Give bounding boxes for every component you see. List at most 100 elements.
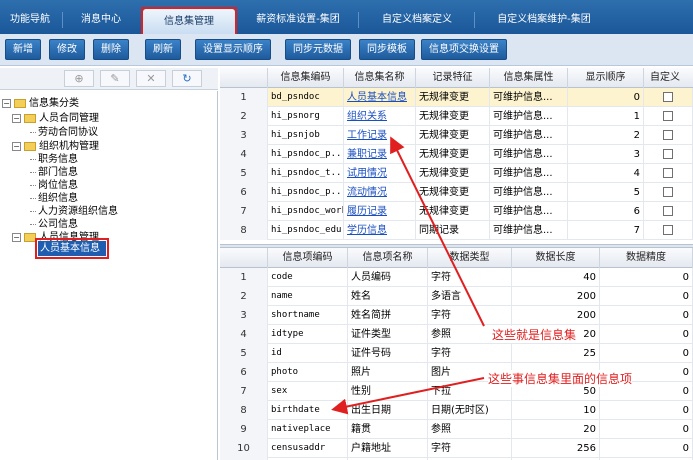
new-button[interactable]: 新增 (5, 39, 41, 60)
tree-node-contract-mgmt[interactable]: − 人员合同管理 (12, 112, 99, 125)
table-row[interactable]: 5 hi_psndoc_t... 试用情况 无规律变更 可维护信息... 4 (220, 164, 693, 183)
custom-checkbox[interactable] (663, 168, 673, 178)
cell-order: 5 (568, 183, 644, 202)
collapse-icon[interactable]: − (12, 232, 21, 242)
cell-data-precision: 0 (600, 325, 693, 344)
tree-node-root[interactable]: − 信息集分类 (2, 97, 79, 110)
tree-node-hr-org-info[interactable]: 人力资源组织信息 (30, 205, 118, 218)
row-number: 7 (220, 382, 268, 401)
custom-checkbox[interactable] (663, 130, 673, 140)
table-row[interactable]: 8 hi_psndoc_edu 学历信息 同期记录 可维护信息... 7 (220, 221, 693, 240)
cell-item-code: censusaddr (268, 439, 348, 458)
cell-item-code: birthdate (268, 401, 348, 420)
table-row[interactable]: 1 code 人员编码 字符 40 0 (220, 268, 693, 287)
tree-node-post-info[interactable]: 职务信息 (30, 153, 78, 166)
tab-function-nav[interactable]: 功能导航 (4, 6, 56, 34)
sync-metadata-button[interactable]: 同步元数据 (285, 39, 351, 60)
cell-data-length: 20 (512, 420, 600, 439)
table-row[interactable]: 3 shortname 姓名简拼 字符 200 0 (220, 306, 693, 325)
tree-node-company-info[interactable]: 公司信息 (30, 218, 78, 231)
col-header-code[interactable]: 信息集编码 (268, 68, 344, 88)
tab-message-center[interactable]: 消息中心 (72, 6, 130, 34)
cell-attr: 可维护信息... (490, 202, 568, 221)
col-header-custom[interactable]: 自定义 (644, 68, 693, 88)
collapse-icon[interactable]: − (12, 141, 21, 151)
table-row[interactable]: 2 hi_psnorg 组织关系 无规律变更 可维护信息... 1 (220, 107, 693, 126)
tree-connector (30, 184, 36, 186)
cell-data-precision: 0 (600, 401, 693, 420)
col-header-attr[interactable]: 信息集属性 (490, 68, 568, 88)
col-header-order[interactable]: 显示顺序 (568, 68, 644, 88)
table-row[interactable]: 3 hi_psnjob 工作记录 无规律变更 可维护信息... 2 (220, 126, 693, 145)
tree-node-labor-contract[interactable]: 劳动合同协议 (30, 126, 98, 139)
table-row[interactable]: 2 name 姓名 多语言 200 0 (220, 287, 693, 306)
table-row[interactable]: 9 nativeplace 籍贯 参照 20 0 (220, 420, 693, 439)
tab-separator (474, 12, 475, 28)
edit-button[interactable]: 修改 (49, 39, 85, 60)
collapse-icon[interactable]: − (2, 98, 11, 108)
display-order-button[interactable]: 设置显示顺序 (195, 39, 271, 60)
cell-feature: 无规律变更 (416, 88, 490, 107)
cell-order: 3 (568, 145, 644, 164)
col-header-item-code[interactable]: 信息项编码 (268, 248, 348, 268)
col-header-data-precision[interactable]: 数据精度 (600, 248, 693, 268)
cell-name-link[interactable]: 组织关系 (344, 107, 416, 126)
table-row[interactable]: 6 hi_psndoc_p... 流动情况 无规律变更 可维护信息... 5 (220, 183, 693, 202)
cell-data-length: 40 (512, 268, 600, 287)
table-row[interactable]: 7 hi_psndoc_work 履历记录 无规律变更 可维护信息... 6 (220, 202, 693, 221)
cell-data-type: 字符 (428, 439, 512, 458)
table-row[interactable]: 8 birthdate 出生日期 日期(无时区) 10 0 (220, 401, 693, 420)
cell-data-length: 200 (512, 287, 600, 306)
cell-name-link[interactable]: 学历信息 (344, 221, 416, 240)
cell-custom (644, 183, 693, 202)
cell-item-name: 照片 (348, 363, 428, 382)
tree-node-org-info[interactable]: 组织信息 (30, 192, 78, 205)
module-tab-bar: 功能导航 消息中心 信息集管理 薪资标准设置-集团 自定义档案定义 自定义档案维… (0, 0, 693, 36)
table-row[interactable]: 4 hi_psndoc_p... 兼职记录 无规律变更 可维护信息... 3 (220, 145, 693, 164)
table-row[interactable]: 10 censusaddr 户籍地址 字符 256 0 (220, 439, 693, 458)
collapse-icon[interactable]: − (12, 113, 21, 123)
tree-node-label: 公司信息 (38, 219, 78, 230)
tree-delete-icon[interactable]: ✕ (136, 70, 166, 87)
table-row[interactable]: 1 bd_psndoc 人员基本信息 无规律变更 可维护信息... 0 (220, 88, 693, 107)
cell-name-link[interactable]: 流动情况 (344, 183, 416, 202)
col-header-data-type[interactable]: 数据类型 (428, 248, 512, 268)
info-item-swap-button[interactable]: 信息项交换设置 (421, 39, 507, 60)
tree-connector (30, 197, 36, 199)
cell-name-link[interactable]: 试用情况 (344, 164, 416, 183)
tree-node-dept-info[interactable]: 部门信息 (30, 166, 78, 179)
custom-checkbox[interactable] (663, 187, 673, 197)
col-header-item-name[interactable]: 信息项名称 (348, 248, 428, 268)
custom-checkbox[interactable] (663, 206, 673, 216)
cell-feature: 无规律变更 (416, 145, 490, 164)
cell-code: hi_psndoc_p... (268, 183, 344, 202)
table-row[interactable]: 5 id 证件号码 字符 25 0 (220, 344, 693, 363)
cell-name-link[interactable]: 工作记录 (344, 126, 416, 145)
tree-add-icon[interactable]: ⊕ (64, 70, 94, 87)
cell-name-link[interactable]: 兼职记录 (344, 145, 416, 164)
custom-checkbox[interactable] (663, 111, 673, 121)
cell-data-length: 10 (512, 401, 600, 420)
cell-attr: 可维护信息... (490, 88, 568, 107)
custom-checkbox[interactable] (663, 149, 673, 159)
tree-refresh-icon[interactable]: ↻ (172, 70, 202, 87)
table-row[interactable]: 4 idtype 证件类型 参照 20 0 (220, 325, 693, 344)
tree-node-label: 部门信息 (38, 167, 78, 178)
tab-salary-standard[interactable]: 薪资标准设置-集团 (244, 6, 352, 34)
tree-node-org-mgmt[interactable]: − 组织机构管理 (12, 140, 99, 153)
refresh-button[interactable]: 刷新 (145, 39, 181, 60)
delete-button[interactable]: 删除 (93, 39, 129, 60)
tab-custom-doc-def[interactable]: 自定义档案定义 (368, 6, 466, 34)
cell-name-link[interactable]: 履历记录 (344, 202, 416, 221)
sync-template-button[interactable]: 同步模板 (359, 39, 415, 60)
tree-edit-icon[interactable]: ✎ (100, 70, 130, 87)
col-header-data-length[interactable]: 数据长度 (512, 248, 600, 268)
custom-checkbox[interactable] (663, 225, 673, 235)
tab-custom-doc-maint[interactable]: 自定义档案维护-集团 (484, 6, 604, 34)
tree-node-position-info[interactable]: 岗位信息 (30, 179, 78, 192)
cell-name-link[interactable]: 人员基本信息 (344, 88, 416, 107)
row-number: 4 (220, 325, 268, 344)
custom-checkbox[interactable] (663, 92, 673, 102)
col-header-name[interactable]: 信息集名称 (344, 68, 416, 88)
col-header-feature[interactable]: 记录特征 (416, 68, 490, 88)
